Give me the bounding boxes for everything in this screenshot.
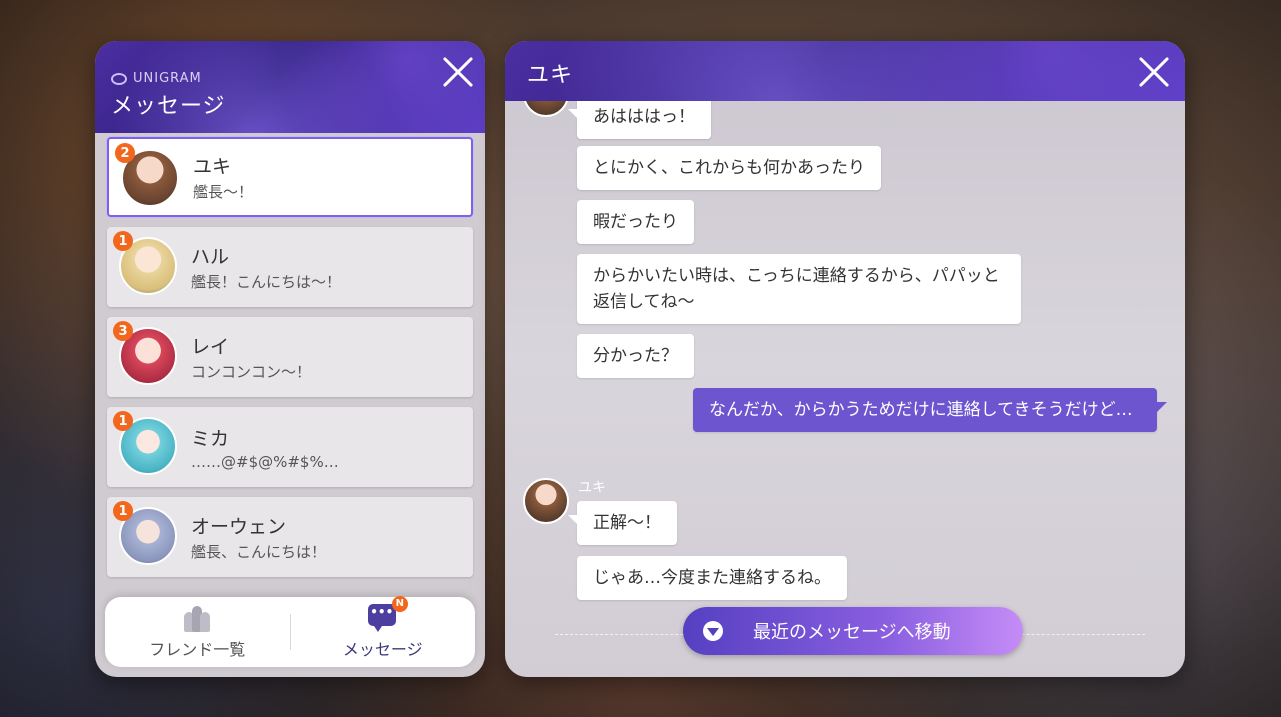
messages-panel: UNIGRAM メッセージ 2 ユキ 艦長〜！ 1 ハル 艦長！こんにちは〜！ … — [95, 41, 485, 677]
conversation-preview: 艦長〜！ — [193, 183, 254, 201]
conversation-item-haru[interactable]: 1 ハル 艦長！こんにちは〜！ — [107, 227, 473, 307]
message-bubble: あはははっ！ — [568, 101, 711, 139]
message-bubble: 分かった？ — [577, 334, 694, 378]
message-bubble: 正解〜！ — [568, 501, 677, 545]
message-bubble: じゃあ…今度また連絡するね。 — [577, 556, 847, 600]
close-chat-button[interactable] — [1137, 55, 1171, 89]
conversation-name: オーウェン — [191, 516, 287, 538]
message-bubble: とにかく、これからも何かあったり — [577, 146, 881, 190]
avatar — [523, 101, 569, 117]
conversation-list: 2 ユキ 艦長〜！ 1 ハル 艦長！こんにちは〜！ 3 レイ コンコンコン〜！ … — [95, 133, 485, 677]
chat-title: ユキ — [527, 63, 574, 88]
jump-button-label: 最近のメッセージへ移動 — [753, 622, 951, 643]
conversation-name: ハル — [191, 246, 230, 268]
chat-bubble-icon: ••• — [367, 604, 396, 632]
chevron-down-icon — [703, 621, 723, 641]
conversation-item-yuki[interactable]: 2 ユキ 艦長〜！ — [107, 137, 473, 217]
chat-header: ユキ — [505, 41, 1185, 101]
sender-name: ユキ — [578, 480, 606, 496]
conversation-preview: 艦長！こんにちは〜！ — [191, 273, 342, 291]
unread-badge: 1 — [113, 411, 133, 431]
conversation-item-rei[interactable]: 3 レイ コンコンコン〜！ — [107, 317, 473, 397]
message-bubble: からかいたい時は、こっちに連絡するから、パパッと返信してね〜 — [577, 254, 1021, 324]
conversation-name: ユキ — [193, 156, 232, 178]
chat-panel: ユキ あはははっ！ とにかく、これからも何かあったり 暇だったり からかいたい時… — [505, 41, 1185, 677]
chat-messages[interactable]: あはははっ！ とにかく、これからも何かあったり 暇だったり からかいたい時は、こ… — [505, 101, 1185, 677]
panel-title: メッセージ — [111, 94, 226, 119]
tab-friend-list[interactable]: フレンド一覧 — [105, 604, 290, 660]
conversation-preview: ……@#$@%#$%… — [191, 452, 339, 471]
unread-badge: 1 — [113, 231, 133, 251]
unread-badge: 2 — [115, 143, 135, 163]
bottom-tab-bar: フレンド一覧 ••• N メッセージ — [105, 596, 476, 667]
tab-messages[interactable]: ••• N メッセージ — [291, 596, 476, 660]
conversation-preview: コンコンコン〜！ — [191, 363, 312, 381]
messages-panel-header: UNIGRAM メッセージ — [95, 41, 485, 133]
brand-name: UNIGRAM — [133, 71, 202, 86]
friends-icon — [182, 604, 212, 632]
unread-badge: 1 — [113, 501, 133, 521]
tab-label: メッセージ — [342, 640, 423, 659]
unread-badge: 3 — [113, 321, 133, 341]
close-messages-button[interactable] — [441, 55, 475, 89]
my-message-bubble: なんだか、からかうためだけに連絡してきそうだけど… — [693, 388, 1167, 432]
avatar — [523, 478, 569, 524]
jump-to-latest-button[interactable]: 最近のメッセージへ移動 — [683, 607, 1023, 655]
brand-logo: UNIGRAM — [111, 71, 485, 86]
conversation-item-mika[interactable]: 1 ミカ ……@#$@%#$%… — [107, 407, 473, 487]
conversation-name: レイ — [191, 336, 230, 358]
unigram-logo-icon — [111, 72, 127, 85]
message-bubble: 暇だったり — [577, 200, 694, 244]
new-badge: N — [391, 596, 408, 612]
conversation-item-owen[interactable]: 1 オーウェン 艦長、こんにちは！ — [107, 497, 473, 577]
tab-label: フレンド一覧 — [149, 640, 246, 659]
conversation-name: ミカ — [191, 427, 230, 450]
conversation-preview: 艦長、こんにちは！ — [191, 543, 327, 561]
